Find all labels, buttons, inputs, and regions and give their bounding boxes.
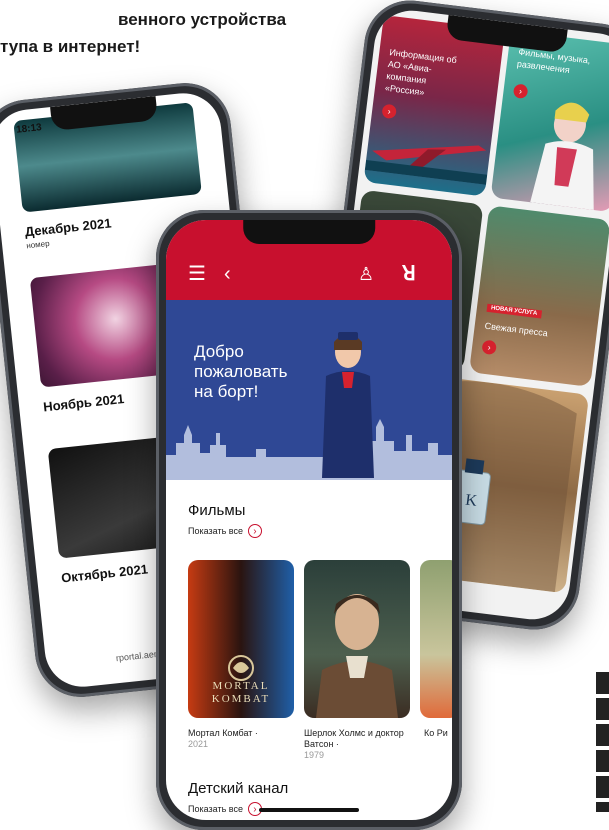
flight-attendant-call-icon[interactable]: ♙ xyxy=(358,264,374,284)
film-poster-sherlock[interactable] xyxy=(304,560,410,718)
films-section-title: Фильмы xyxy=(188,502,246,519)
airplane-image xyxy=(364,145,488,185)
headline-line-2: тупа в интернет! xyxy=(0,37,141,56)
edge-decoration xyxy=(596,672,609,812)
tile-press-text: Свежая пресса xyxy=(484,320,549,339)
headline-line-1: венного устройства xyxy=(118,10,287,29)
films-show-all[interactable]: Показать все › xyxy=(188,524,262,538)
tile-airline-text: Информация об АО «Авиа-компания «Россия» xyxy=(384,47,458,98)
film-poster-third[interactable] xyxy=(420,560,452,718)
back-icon[interactable]: ‹ xyxy=(224,264,231,284)
chevron-right-icon: › xyxy=(247,524,262,538)
film-poster-mortal-kombat[interactable]: MORTAL KOMBAT xyxy=(188,560,294,718)
film-title: Шерлок Холмс и доктор Ватсон · 1979 xyxy=(304,728,410,761)
tile-entertainment[interactable]: Фильмы, музыка, развлечения › xyxy=(490,30,609,213)
film-title: Ко Ри xyxy=(424,728,452,739)
arrow-icon: › xyxy=(481,339,497,356)
welcome-line-3: на борт! xyxy=(194,382,259,401)
kids-show-all[interactable]: Показать все › xyxy=(188,802,262,816)
tile-fresh-press[interactable]: НОВАЯ УСЛУГА Свежая пресса › xyxy=(469,205,609,387)
welcome-line-1: Добро xyxy=(194,342,244,361)
film-title-text: Ко Ри xyxy=(424,728,448,738)
promo-headline: венного устройства тупа в интернет! xyxy=(0,6,286,60)
notch xyxy=(243,220,375,244)
film-title-text: Мортал Комбат · xyxy=(188,728,258,738)
rossiya-logo-icon[interactable]: ꓤ xyxy=(402,264,416,284)
new-service-badge: НОВАЯ УСЛУГА xyxy=(486,303,542,319)
welcome-banner: Добро пожаловать на борт! xyxy=(166,300,452,480)
character-image xyxy=(530,102,594,211)
show-all-label: Показать все xyxy=(188,804,243,814)
film-title: Мортал Комбат · 2021 xyxy=(188,728,298,750)
film-title-text: Шерлок Холмс и доктор Ватсон · xyxy=(304,728,404,749)
tile-entertainment-text: Фильмы, музыка, развлечения xyxy=(516,46,592,76)
welcome-line-2: пожаловать xyxy=(194,362,288,381)
poster-title-text: MORTAL KOMBAT xyxy=(211,680,271,705)
film-year: 2021 xyxy=(188,739,209,749)
flight-attendant-image xyxy=(322,332,374,478)
phone-front-screen: ☰ ‹ ♙ ꓤ Добро пожаловать на борт! Фильмы xyxy=(166,220,452,820)
welcome-text: Добро пожаловать на борт! xyxy=(194,342,287,402)
film-year: 1979 xyxy=(304,750,325,760)
home-indicator xyxy=(259,808,359,812)
actor-portrait-image xyxy=(316,594,398,718)
menu-icon[interactable]: ☰ xyxy=(188,264,206,284)
kids-section-title: Детский канал xyxy=(188,780,289,797)
show-all-label: Показать все xyxy=(188,526,243,536)
phone-front: ☰ ‹ ♙ ꓤ Добро пожаловать на борт! Фильмы xyxy=(156,210,462,830)
